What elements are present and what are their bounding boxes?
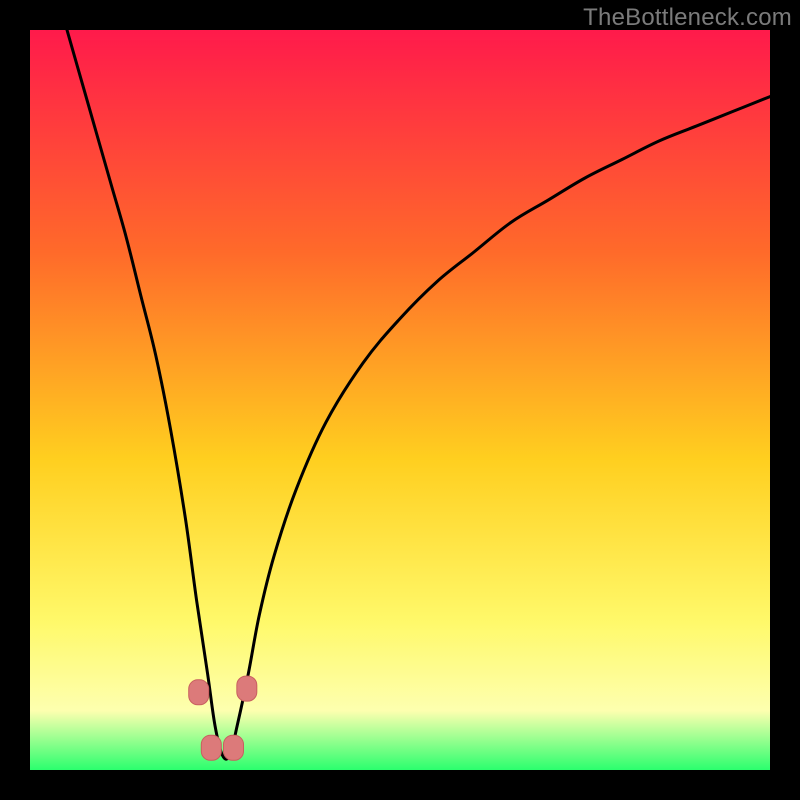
plot-area <box>30 30 770 770</box>
curve-marker <box>201 735 221 760</box>
watermark-text: TheBottleneck.com <box>583 4 792 32</box>
curve-marker <box>237 676 257 701</box>
chart-svg <box>30 30 770 770</box>
curve-marker <box>224 735 244 760</box>
curve-marker <box>189 680 209 705</box>
